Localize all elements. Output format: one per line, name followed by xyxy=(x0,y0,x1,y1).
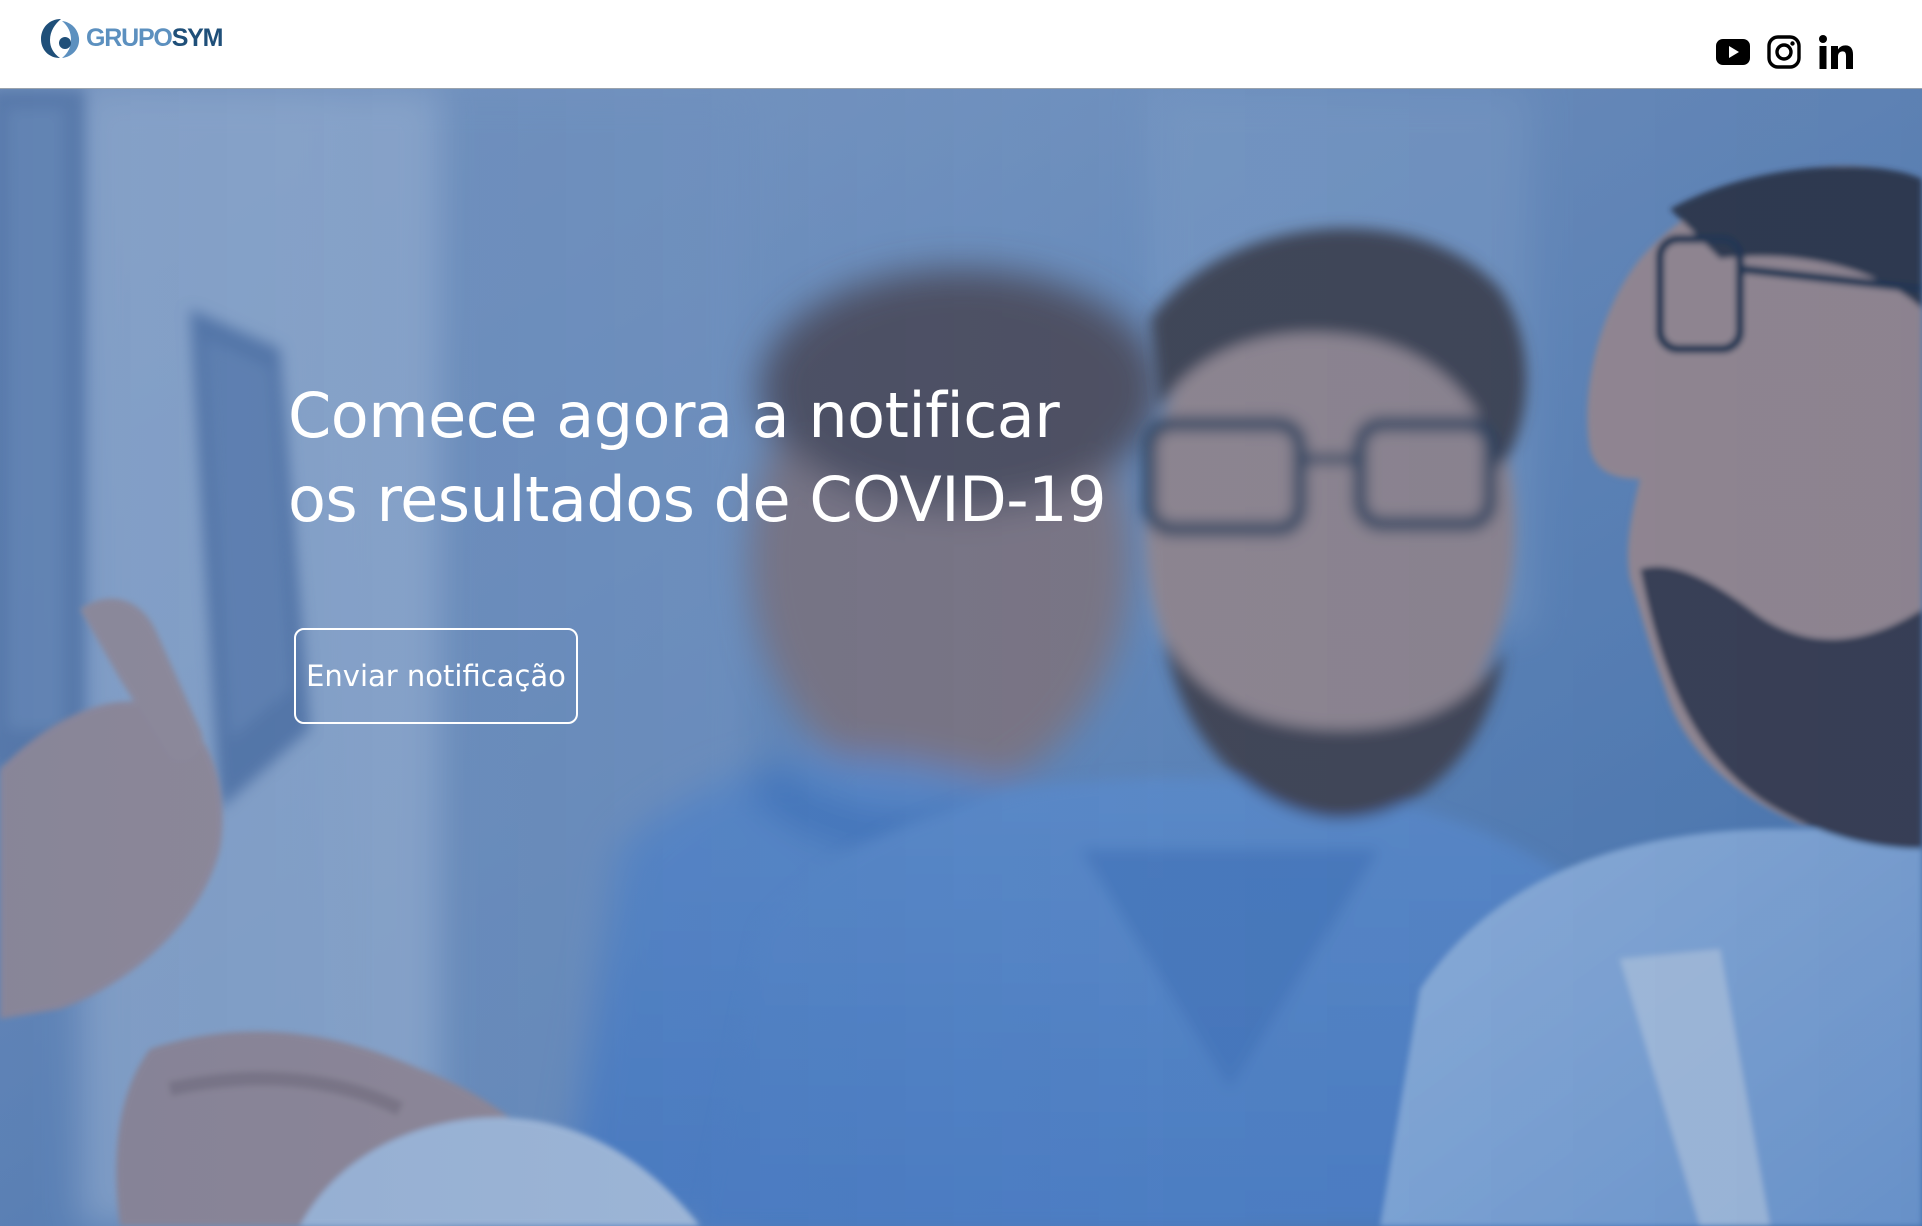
youtube-link[interactable] xyxy=(1716,39,1750,65)
social-links xyxy=(1716,33,1854,71)
hero-blue-overlay xyxy=(0,89,1922,1226)
send-notification-button[interactable]: Enviar notificação xyxy=(294,628,578,724)
landing-page: GRUPOSYM Comece agora a notificar os res… xyxy=(0,0,1922,1226)
hero-headline: Comece agora a notificar os resultados d… xyxy=(288,374,1188,542)
youtube-icon xyxy=(1716,39,1750,65)
logo-word-sym: SYM xyxy=(171,24,224,52)
logo-word-grupo: GRUPO xyxy=(86,24,173,52)
grupo-sym-logo[interactable]: GRUPOSYM xyxy=(38,16,224,60)
instagram-link[interactable] xyxy=(1767,35,1801,69)
logo-wordmark: GRUPOSYM xyxy=(86,16,224,60)
hero-section: Comece agora a notificar os resultados d… xyxy=(0,89,1922,1226)
hero-headline-line-2: os resultados de COVID-19 xyxy=(288,463,1107,536)
linkedin-icon xyxy=(1819,35,1853,69)
linkedin-link[interactable] xyxy=(1818,34,1854,70)
top-header: GRUPOSYM xyxy=(0,0,1922,89)
hero-headline-line-1: Comece agora a notificar xyxy=(288,379,1060,452)
grupo-sym-logo-mark-icon xyxy=(41,19,80,58)
instagram-icon xyxy=(1767,35,1801,69)
